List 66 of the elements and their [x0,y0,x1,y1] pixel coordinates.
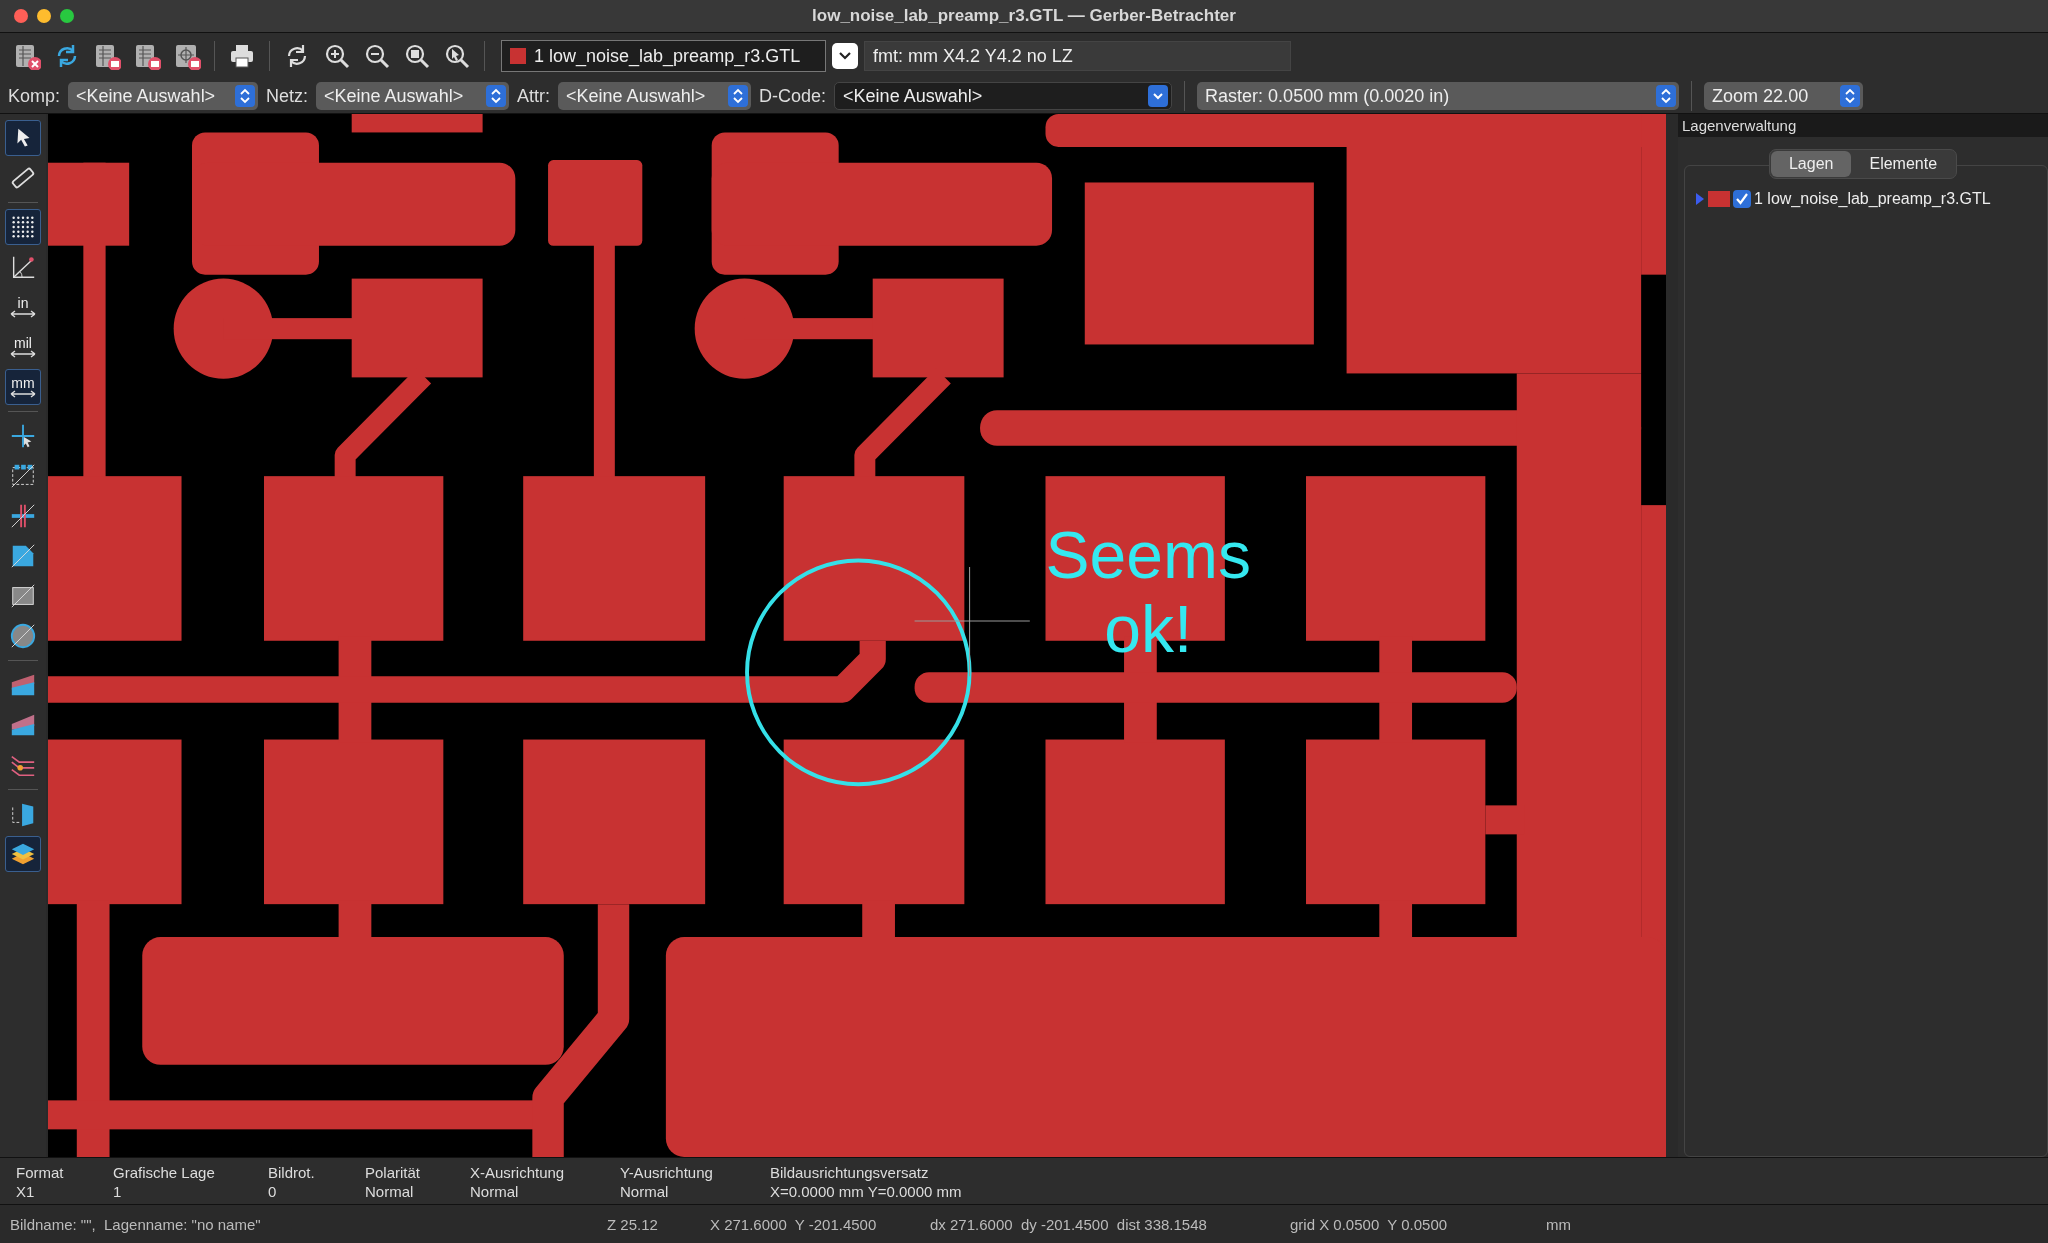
info-header: X-Ausrichtung [470,1164,566,1181]
filter-label: Komp: [8,85,61,107]
negative-objects-icon [9,582,37,610]
status-text: X 271.6000 Y -201.4500 [710,1215,878,1233]
dropdown-button[interactable] [832,43,858,69]
filter-dropdown[interactable]: <Keine Auswahl> [834,82,1173,110]
tool-button[interactable] [5,209,41,245]
double-arrow-icon [10,390,36,398]
tool-button[interactable] [5,836,41,872]
close-button[interactable] [14,9,28,23]
filter-label: Netz: [266,85,309,107]
tool-button[interactable] [5,120,41,156]
zoom-dropdown[interactable]: Zoom 22.00 [1704,82,1864,110]
double-arrow-icon [10,310,36,318]
panel-tab[interactable]: Lagen [1770,151,1852,177]
stepper-icon [728,85,749,107]
status-text: mm [1546,1215,1572,1233]
crosshair-cursor-icon [9,422,37,450]
layer-select[interactable]: 1 low_noise_lab_preamp_r3.GTL [501,40,826,72]
panel-title: Lagenverwaltung [1678,114,2048,137]
info-value: 0 [268,1183,278,1200]
info-header: Grafische Lage [113,1164,216,1181]
filter-label: D-Code: [759,85,827,107]
info-header: Bildrot. [268,1164,316,1181]
layer-color-swatch[interactable] [1708,191,1730,207]
visibility-checkbox[interactable] [1733,190,1751,208]
info-value: 1 [113,1183,123,1200]
status-text: grid X 0.0500 Y 0.0500 [1290,1215,1449,1233]
unit-button[interactable]: in [5,289,41,325]
double-arrow-icon [10,350,36,358]
format-field: fmt: mm X4.2 Y4.2 no LZ [864,41,1291,71]
grid-dropdown[interactable]: Raster: 0.0500 mm (0.0020 in) [1197,82,1680,110]
stepper-icon [486,85,507,107]
filter-label: Attr: [517,85,551,107]
layer-name[interactable]: 1 low_noise_lab_preamp_r3.GTL [1754,190,1991,208]
info-header: Polarität [365,1164,422,1181]
chevron-icon [838,51,852,61]
lines-outline-icon [9,502,37,530]
stepper-icon [235,85,256,107]
info-value: Normal [470,1183,520,1200]
unit-button[interactable]: mil [5,329,41,365]
filter-dropdown[interactable]: <Keine Auswahl> [558,82,752,110]
stepper-icon [1656,85,1677,107]
filter-dropdown[interactable]: <Keine Auswahl> [68,82,259,110]
panel-tab[interactable]: Elemente [1851,151,1956,177]
filter-dropdown[interactable]: <Keine Auswahl> [316,82,510,110]
info-value: X1 [16,1183,36,1200]
info-value: Normal [365,1183,415,1200]
info-header: Y-Ausrichtung [620,1164,714,1181]
pads-outline-icon [9,462,37,490]
status-text: Z 25.12 [607,1215,659,1233]
status-text: dx 271.6000 dy -201.4500 dist 338.1548 [930,1215,1208,1233]
polygon-outline-icon [9,542,37,570]
stepper-icon [1840,85,1861,107]
info-header: Bildausrichtungsversatz [770,1164,930,1181]
info-header: Format [16,1164,65,1181]
unit-button[interactable]: mm [5,369,41,405]
dcode-circle-icon [9,622,37,650]
zoom-button[interactable] [60,9,74,23]
info-value: X=0.0000 mm Y=0.0000 mm [770,1183,963,1200]
minimize-button[interactable] [37,9,51,23]
layer-color-swatch [510,48,526,64]
status-text: Bildname: "", Lagenname: "no name" [10,1215,262,1233]
stepper-icon [1148,85,1169,107]
info-value: Normal [620,1183,670,1200]
window-title: low_noise_lab_preamp_r3.GTL — Gerber-Betrachter [812,6,1236,26]
